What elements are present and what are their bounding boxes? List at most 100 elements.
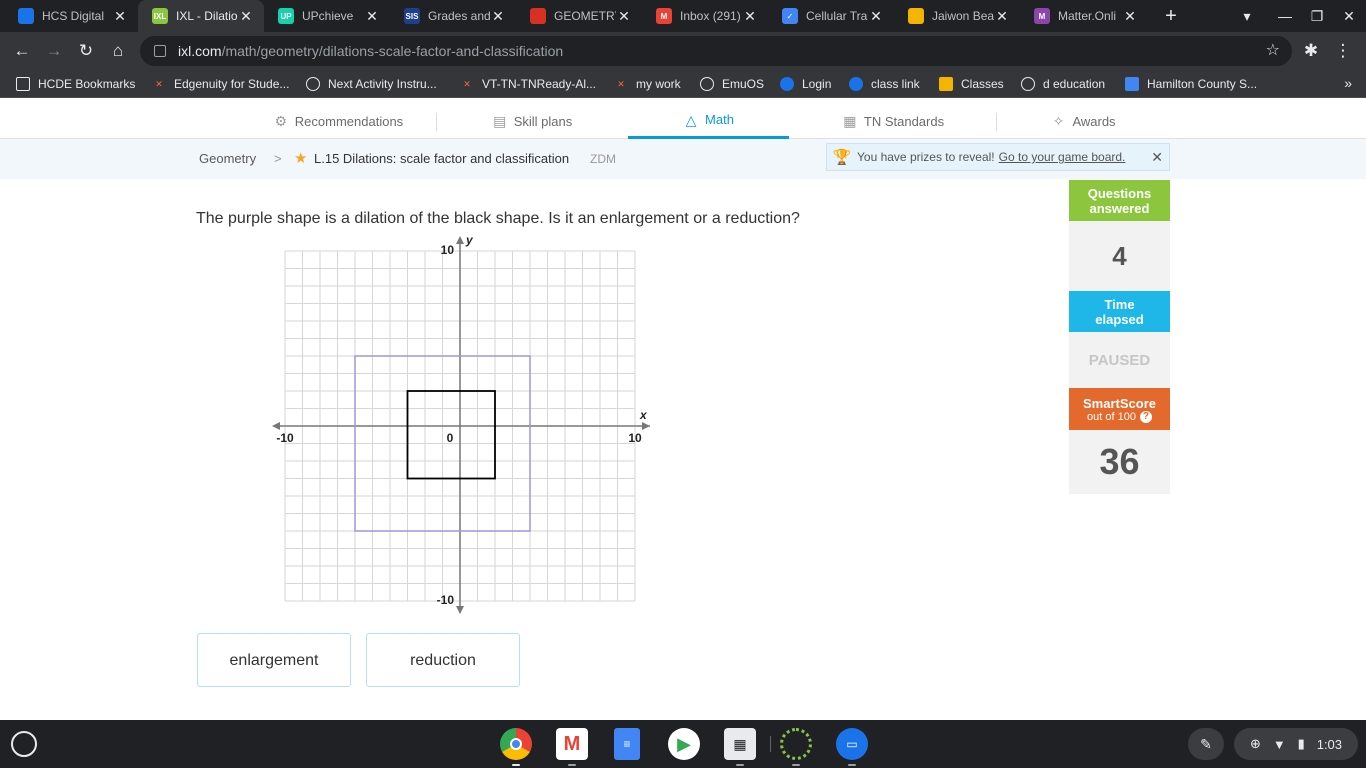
browser-tab-matter[interactable]: M Matter.Onli ✕ bbox=[1020, 0, 1148, 32]
status-tray[interactable]: ⊕ ▼ ▮ 1:03 bbox=[1234, 728, 1358, 760]
close-tab-icon[interactable]: ✕ bbox=[238, 8, 254, 25]
y-min-label: -10 bbox=[437, 593, 455, 607]
browser-tab-grades[interactable]: SIS Grades and ✕ bbox=[390, 0, 516, 32]
browser-tab-cellular[interactable]: ✓ Cellular Tra ✕ bbox=[768, 0, 894, 32]
trophy-icon: 🏆 bbox=[832, 149, 852, 166]
extensions-icon[interactable]: ✱ bbox=[1298, 38, 1324, 64]
matter-favicon-icon: M bbox=[1034, 8, 1050, 24]
enlargement-button[interactable]: enlargement bbox=[197, 633, 351, 687]
close-icon[interactable]: ✕ bbox=[1151, 149, 1163, 166]
close-tab-icon[interactable]: ✕ bbox=[112, 8, 128, 25]
browser-tab-ixl[interactable]: IXL IXL - Dilatio ✕ bbox=[138, 0, 264, 32]
tab-title: GEOMETRY bbox=[554, 9, 616, 23]
y-axis-arrow-down bbox=[456, 606, 464, 614]
bookmark-edgenuity[interactable]: ✕ Edgenuity for Stude... bbox=[152, 75, 289, 93]
edgenuity-icon: ✕ bbox=[155, 78, 163, 89]
time-elapsed-value[interactable]: PAUSED bbox=[1069, 332, 1170, 388]
globe-icon bbox=[700, 77, 714, 91]
x-min-label: -10 bbox=[276, 431, 294, 445]
x-axis-label: x bbox=[639, 408, 648, 422]
bookmarks-overflow-icon[interactable]: » bbox=[1344, 75, 1352, 91]
tab-title: HCS Digital bbox=[42, 9, 105, 23]
reload-icon[interactable]: ↻ bbox=[73, 38, 99, 64]
docs-icon[interactable]: ≡ bbox=[614, 728, 640, 760]
bookmark-next-activity[interactable]: Next Activity Instru... bbox=[306, 75, 437, 93]
globe-icon bbox=[306, 77, 320, 91]
close-tab-icon[interactable]: ✕ bbox=[364, 8, 380, 25]
close-window-icon[interactable]: ✕ bbox=[1334, 0, 1364, 32]
browser-tab-jaiwon[interactable]: Jaiwon Bea ✕ bbox=[894, 0, 1020, 32]
skill-plans-icon: ▤ bbox=[493, 113, 507, 129]
bookmark-emuos[interactable]: EmuOS bbox=[700, 75, 764, 93]
close-tab-icon[interactable]: ✕ bbox=[616, 8, 632, 25]
breadcrumb-geometry[interactable]: Geometry bbox=[199, 151, 256, 166]
new-tab-button[interactable]: + bbox=[1160, 4, 1182, 28]
ixl-favicon-icon: IXL bbox=[152, 8, 168, 24]
smartscore-header: SmartScore out of 100? bbox=[1069, 388, 1170, 430]
battery-icon: ▮ bbox=[1297, 736, 1305, 751]
browser-tab-gmail-inbox[interactable]: M Inbox (291) ✕ bbox=[642, 0, 768, 32]
close-tab-icon[interactable]: ✕ bbox=[490, 8, 506, 25]
bookmark-class-link[interactable]: class link bbox=[849, 75, 920, 93]
breadcrumb-separator: > bbox=[274, 151, 282, 166]
help-icon[interactable]: ? bbox=[1139, 410, 1152, 423]
launcher-icon[interactable] bbox=[11, 731, 37, 757]
bookmark-login[interactable]: Login bbox=[780, 75, 831, 93]
calendar-icon bbox=[1125, 77, 1139, 91]
close-tab-icon[interactable]: ✕ bbox=[994, 8, 1010, 25]
coordinate-graph: x y -10 10 10 -10 0 bbox=[272, 233, 650, 614]
edgenuity-icon: ✕ bbox=[463, 78, 471, 89]
site-info-icon[interactable] bbox=[154, 45, 166, 57]
browser-tab-geometry[interactable]: GEOMETRY ✕ bbox=[516, 0, 642, 32]
shelf-separator bbox=[770, 736, 771, 752]
loading-icon[interactable] bbox=[780, 728, 812, 760]
star-icon: ★ bbox=[294, 150, 308, 167]
bookmark-my-work[interactable]: ✕ my work bbox=[614, 75, 680, 93]
tab-title: Matter.Onli bbox=[1058, 9, 1117, 23]
loading-running-indicator bbox=[792, 764, 800, 766]
math-pyramid-icon: △ bbox=[685, 111, 697, 128]
calculator-icon[interactable]: ▦ bbox=[724, 728, 756, 760]
wifi-icon: ▼ bbox=[1272, 736, 1286, 752]
stylus-pen-icon[interactable]: ✎ bbox=[1188, 728, 1224, 760]
bookmark-classes[interactable]: Classes bbox=[939, 75, 1004, 93]
bookmark-hcde[interactable]: HCDE Bookmarks bbox=[16, 75, 135, 93]
minimize-icon[interactable]: — bbox=[1270, 0, 1300, 32]
calculator-running-indicator bbox=[736, 764, 744, 766]
tab-math[interactable]: △ Math bbox=[628, 103, 789, 139]
tab-recommendations[interactable]: ⚙ Recommendations bbox=[240, 103, 436, 139]
gmail-icon[interactable]: M bbox=[556, 728, 588, 760]
y-axis-label: y bbox=[465, 233, 474, 247]
x-axis-arrow-right bbox=[642, 422, 650, 430]
bookmark-d-education[interactable]: d education bbox=[1021, 75, 1105, 93]
browser-tab-upchieve[interactable]: UP UPchieve ✕ bbox=[264, 0, 390, 32]
globe-icon bbox=[1021, 77, 1035, 91]
play-store-icon[interactable]: ▶ bbox=[668, 728, 700, 760]
close-tab-icon[interactable]: ✕ bbox=[868, 8, 884, 25]
bookmark-hamilton-county[interactable]: Hamilton County S... bbox=[1125, 75, 1257, 93]
forward-icon[interactable]: → bbox=[41, 38, 67, 64]
tab-search-icon[interactable]: ▾ bbox=[1232, 0, 1262, 32]
home-icon[interactable]: ⌂ bbox=[105, 38, 131, 64]
tab-tn-standards[interactable]: ▦ TN Standards bbox=[790, 103, 996, 139]
address-bar[interactable]: ixl.com/math/geometry/dilations-scale-fa… bbox=[140, 36, 1292, 66]
reduction-button[interactable]: reduction bbox=[366, 633, 520, 687]
smartscore-value: 36 bbox=[1069, 430, 1170, 494]
bookmark-star-icon[interactable]: ☆ bbox=[1266, 40, 1280, 60]
close-tab-icon[interactable]: ✕ bbox=[742, 8, 758, 25]
questions-answered-header: Questions answered bbox=[1069, 180, 1170, 221]
maximize-icon[interactable]: ❐ bbox=[1302, 0, 1332, 32]
tab-awards[interactable]: ✧ Awards bbox=[997, 103, 1169, 139]
bookmark-vt-tn[interactable]: ✕ VT-TN-TNReady-Al... bbox=[460, 75, 596, 93]
game-board-link[interactable]: Go to your game board. bbox=[999, 150, 1126, 164]
chrome-icon[interactable] bbox=[500, 728, 532, 760]
prize-banner: 🏆 You have prizes to reveal! Go to your … bbox=[826, 143, 1170, 171]
files-icon[interactable]: ▭ bbox=[836, 728, 868, 760]
chrome-menu-icon[interactable]: ⋮ bbox=[1330, 38, 1356, 64]
standards-icon: ▦ bbox=[843, 113, 857, 129]
close-tab-icon[interactable]: ✕ bbox=[1122, 8, 1138, 25]
browser-tab-hcs-digital[interactable]: HCS Digital ✕ bbox=[4, 0, 138, 32]
tab-skill-plans[interactable]: ▤ Skill plans bbox=[437, 103, 627, 139]
back-icon[interactable]: ← bbox=[9, 38, 35, 64]
bookmarks-bar: HCDE Bookmarks ✕ Edgenuity for Stude... N… bbox=[0, 70, 1366, 98]
